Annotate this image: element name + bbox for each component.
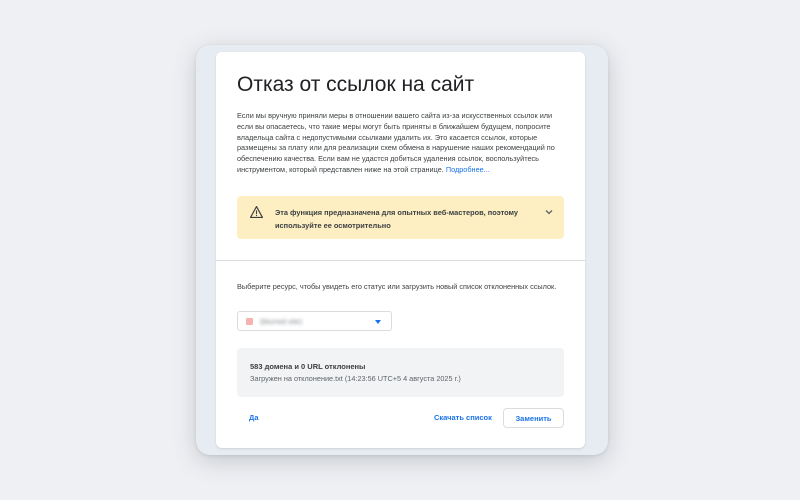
status-uploaded: Загружен на отклонение.txt (14:23:56 UTC… <box>250 374 461 383</box>
warning-text: Эта функция предназначена для опытных ве… <box>275 208 519 230</box>
dropdown-caret-icon <box>375 320 381 324</box>
download-list-button[interactable]: Скачать список <box>434 413 492 422</box>
status-summary: 583 домена и 0 URL отклонены <box>250 362 366 371</box>
warning-banner: Эта функция предназначена для опытных ве… <box>237 196 564 239</box>
section-divider <box>216 260 585 261</box>
learn-more-link[interactable]: Подробнее... <box>446 165 490 174</box>
site-favicon-icon <box>246 318 253 325</box>
chevron-down-icon[interactable] <box>544 207 554 217</box>
selected-resource: (blurred site) <box>260 317 303 326</box>
disavow-status-panel: 583 домена и 0 URL отклонены Загружен на… <box>237 348 564 397</box>
description-text: Если мы вручную приняли меры в отношении… <box>237 111 567 176</box>
replace-button[interactable]: Заменить <box>503 408 564 428</box>
warning-triangle-icon <box>250 206 263 218</box>
resource-select[interactable]: (blurred site) <box>237 311 392 331</box>
yes-button[interactable]: Да <box>249 413 259 422</box>
description-body: Если мы вручную приняли меры в отношении… <box>237 111 555 174</box>
disavow-links-card: Отказ от ссылок на сайт Если мы вручную … <box>216 52 585 448</box>
page-title: Отказ от ссылок на сайт <box>237 73 475 96</box>
resource-prompt: Выберите ресурс, чтобы увидеть его стату… <box>237 282 557 291</box>
